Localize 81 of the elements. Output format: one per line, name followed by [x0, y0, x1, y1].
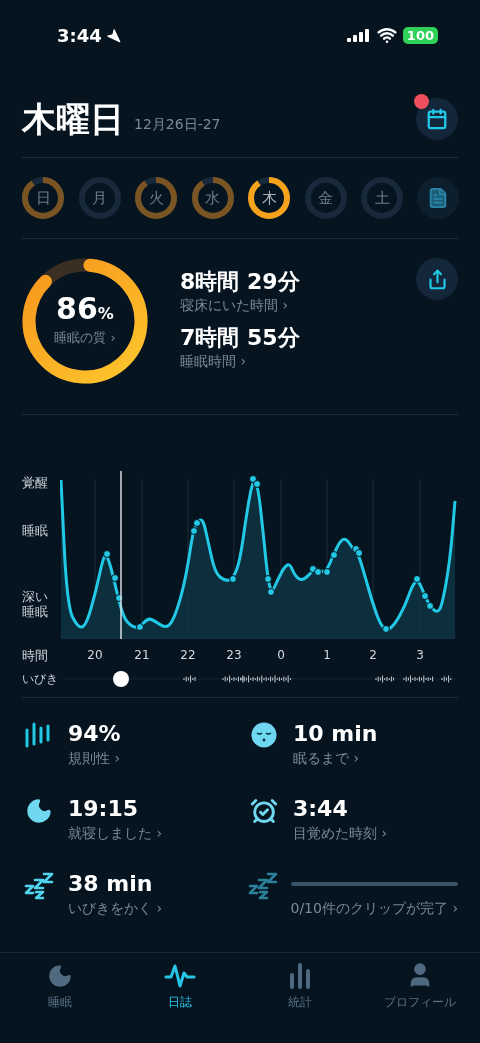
sleep-event-dot	[267, 588, 275, 596]
moon-icon	[25, 797, 53, 825]
day-button[interactable]: 金	[303, 176, 348, 220]
time-axis-label: 時間	[22, 648, 49, 664]
sleeping-face-icon	[251, 722, 277, 748]
stat-value: 38 min	[68, 870, 154, 898]
deep-sleep-label: 深い睡眠	[22, 589, 49, 619]
awake-label: 覚醒	[22, 475, 49, 491]
tab-button[interactable]: 睡眠	[0, 959, 120, 1011]
snore-clip-waveform[interactable]	[403, 675, 434, 683]
signal-icon	[346, 28, 371, 42]
duration-label[interactable]: 睡眠時間 ›	[180, 352, 300, 370]
sleep-event-dot	[264, 575, 272, 583]
snore-clip-waveform[interactable]	[183, 675, 196, 683]
quality-label: 睡眠の質 ›	[54, 329, 116, 348]
date-range: 12月26日-27	[134, 115, 221, 134]
location-icon	[105, 27, 121, 43]
sleep-event-dot	[330, 551, 338, 559]
stat-label[interactable]: 0/10件のクリップが完了 ›	[290, 898, 458, 918]
stat-label[interactable]: 就寝しました ›	[68, 823, 233, 843]
day-button[interactable]: 木	[247, 176, 292, 220]
day-button[interactable]: 日	[21, 176, 65, 220]
notes-button[interactable]	[416, 177, 459, 219]
hour-label: 2	[369, 648, 377, 662]
quality-value: 86	[56, 294, 98, 325]
sleep-event-dot	[229, 575, 237, 583]
stat-label[interactable]: いびきをかく ›	[68, 898, 233, 918]
hour-label: 3	[416, 648, 424, 662]
snore-clip-waveform[interactable]	[222, 675, 244, 683]
sleep-event-dot	[136, 623, 144, 631]
duration-value: 8時間 29分	[180, 268, 300, 296]
snore-clip-waveform[interactable]	[241, 675, 291, 683]
sleep-event-dot	[426, 602, 434, 610]
stat-value: 94%	[68, 720, 122, 748]
wave-icon	[164, 963, 196, 989]
battery-indicator: 100	[402, 26, 438, 44]
stat-value: 19:15	[68, 795, 140, 823]
hour-label: 1	[323, 648, 331, 662]
snore-clip-waveform[interactable]	[441, 675, 452, 683]
tab-button[interactable]: 統計	[240, 959, 360, 1011]
day-button[interactable]: 土	[360, 176, 405, 220]
sleep-quality-ring[interactable]: 86% 睡眠の質 ›	[22, 258, 148, 384]
quality-unit: %	[97, 304, 114, 326]
sleep-event-dot	[111, 574, 119, 582]
day-button[interactable]: 水	[190, 176, 235, 220]
sleep-label: 睡眠	[22, 523, 49, 539]
snore-axis-label: いびき	[22, 672, 59, 686]
calendar-icon	[426, 108, 448, 130]
hour-label: 0	[277, 648, 285, 662]
stat-value: 10 min	[293, 720, 379, 748]
day-button[interactable]: 月	[77, 176, 122, 220]
hour-label: 21	[134, 648, 150, 662]
status-time: 3:44	[57, 23, 102, 48]
hour-label: 20	[87, 648, 103, 662]
share-button[interactable]	[416, 258, 458, 300]
snore-clip-waveform[interactable]	[375, 675, 395, 683]
page-title: 木曜日	[22, 99, 124, 139]
sleep-event-dot	[413, 575, 421, 583]
tab-button[interactable]: プロフィール	[360, 959, 480, 1011]
stat-value: 3:44	[293, 795, 349, 823]
bar-chart-icon	[287, 963, 313, 989]
zzz-icon	[247, 872, 278, 900]
stat-label[interactable]: 規則性 ›	[68, 748, 233, 768]
alarm-clock-icon	[250, 797, 278, 825]
duration-value: 7時間 55分	[180, 324, 300, 352]
day-button[interactable]: 火	[134, 176, 179, 220]
sleep-event-dot	[103, 550, 111, 558]
hour-label: 22	[180, 648, 196, 662]
wifi-icon	[376, 25, 397, 45]
zzz-icon	[24, 872, 54, 900]
share-icon	[426, 268, 448, 290]
playback-knob[interactable]	[113, 671, 129, 687]
sleep-event-dot	[421, 592, 429, 600]
tab-button[interactable]: 日誌	[120, 959, 240, 1011]
duration-label[interactable]: 寝床にいた時間 ›	[180, 296, 300, 314]
moon-icon	[47, 963, 73, 989]
hour-label: 23	[226, 648, 242, 662]
sleep-event-dot	[382, 625, 390, 633]
stat-label[interactable]: 目覚めた時刻 ›	[293, 823, 458, 843]
sleep-event-dot	[115, 594, 123, 602]
stat-label[interactable]: 眠るまで ›	[293, 748, 458, 768]
